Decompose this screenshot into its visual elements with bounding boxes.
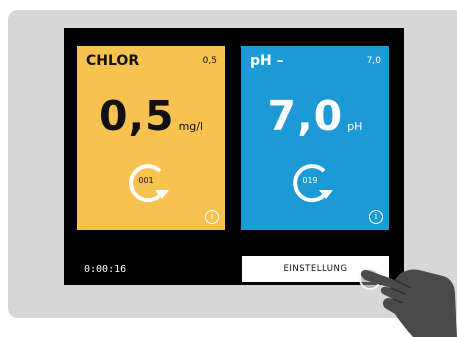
chlor-unit: mg/l [178, 120, 204, 133]
refresh-arrow-icon [293, 164, 333, 203]
info-icon[interactable]: i [205, 210, 219, 224]
chlor-card[interactable]: CHLOR 0,5 0,5 mg/l 001 i [77, 46, 225, 230]
ph-value: 7,0 [267, 92, 344, 140]
chlor-dosing-indicator: 001 [124, 163, 180, 207]
runtime-timer: 0:00:16 [84, 264, 127, 275]
refresh-arrow-icon [129, 164, 169, 203]
info-icon[interactable]: i [369, 210, 383, 224]
ph-dosing-indicator: 019 [288, 163, 344, 207]
ph-value-display: 7,0 pH [241, 92, 389, 140]
ph-setpoint: 7,0 [366, 56, 381, 66]
chlor-value: 0,5 [98, 92, 175, 140]
ph-unit: pH [347, 120, 363, 133]
display-screen: CHLOR 0,5 0,5 mg/l 001 i pH – 7,0 7,0 pH… [64, 28, 404, 285]
chlor-title: CHLOR [86, 53, 140, 69]
ph-title: pH – [250, 53, 284, 69]
pointing-hand-icon [360, 269, 457, 337]
ph-dosing-count: 019 [302, 176, 318, 185]
chlor-setpoint: 0,5 [202, 56, 217, 66]
chlor-value-display: 0,5 mg/l [77, 92, 225, 140]
ph-card[interactable]: pH – 7,0 7,0 pH 019 i [241, 46, 389, 230]
chlor-dosing-count: 001 [138, 176, 154, 185]
